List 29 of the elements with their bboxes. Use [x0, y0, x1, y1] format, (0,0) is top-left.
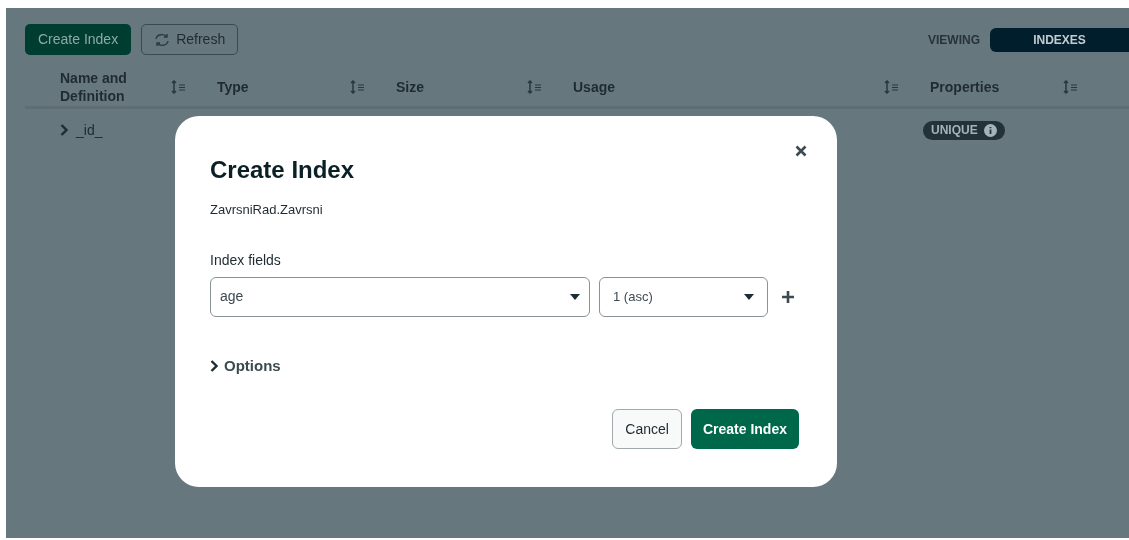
column-header: Usage — [573, 77, 616, 96]
namespace-text: ZavrsniRad.Zavrsni — [210, 201, 324, 219]
chevron-icon — [210, 359, 218, 372]
chevron-icon — [60, 124, 68, 136]
sort-icon[interactable] — [527, 79, 543, 94]
create-index-button[interactable]: Create Index — [25, 24, 132, 55]
column-header: Type — [217, 77, 249, 96]
direction-select[interactable]: 1 (asc) — [599, 276, 768, 317]
column-header: Properties — [930, 77, 1000, 96]
column-header: Size — [396, 77, 424, 96]
view-tab[interactable]: INDEXES — [990, 27, 1129, 52]
info-icon — [983, 123, 997, 137]
column-header: Name and Definition — [60, 68, 128, 105]
caret-icon — [744, 293, 754, 300]
add-icon[interactable] — [781, 289, 795, 304]
sort-icon[interactable] — [350, 79, 366, 94]
field-select[interactable]: age — [210, 276, 590, 317]
close-icon[interactable] — [795, 144, 809, 158]
unique-badge: UNIQUE — [923, 120, 1005, 140]
refresh-icon — [154, 32, 171, 47]
caret-icon — [570, 293, 580, 300]
create-index-button[interactable]: Create Index — [690, 409, 799, 449]
cancel-button[interactable]: Cancel — [612, 409, 682, 449]
modal-title: Create Index — [210, 155, 356, 185]
sort-icon[interactable] — [1063, 79, 1079, 94]
index-fields-label: Index fields — [210, 250, 282, 270]
sort-icon[interactable] — [171, 79, 187, 94]
sort-icon[interactable] — [884, 79, 900, 94]
options-toggle[interactable]: Options — [210, 354, 281, 377]
